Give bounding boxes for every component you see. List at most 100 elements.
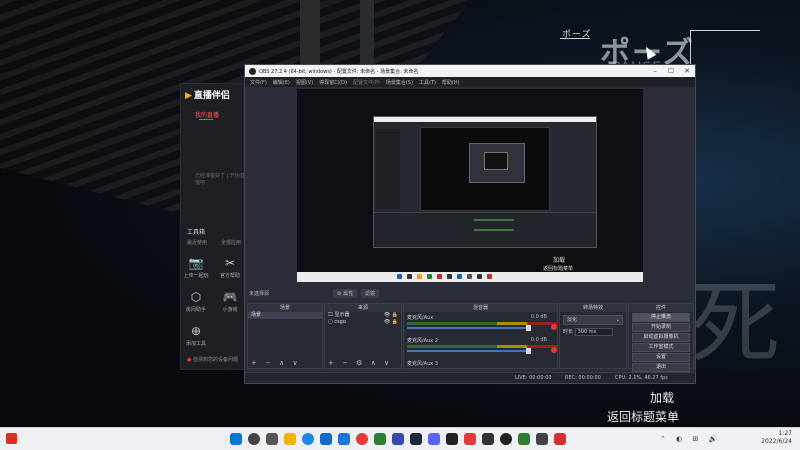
transitions-header: 转场特效	[560, 304, 626, 312]
volume-slider[interactable]	[407, 348, 531, 354]
channel-name: 麦克风/Aux 3	[407, 361, 439, 367]
nested-taskbar-icon	[457, 274, 462, 279]
logo-icon: ▶	[185, 91, 192, 101]
tool-add[interactable]: ⊕ 添加工具	[181, 324, 211, 347]
transition-select[interactable]: 淡化 ⌄	[563, 315, 623, 325]
preview-menu-return: 返回标题菜单	[542, 266, 573, 272]
tool-help[interactable]: ✂ 官方帮助	[215, 256, 245, 279]
settings-button[interactable]: 设置	[632, 353, 690, 362]
source-item-csgo[interactable]: ▢ csgo 👁 🔒	[325, 319, 401, 326]
mixer-channel: 麦克风/Aux 2 0.0 dB	[407, 337, 557, 354]
nested-taskbar-icon	[427, 274, 432, 279]
menu-profile[interactable]: 配置文件(P)	[353, 79, 380, 86]
nested-taskbar-icon	[437, 274, 442, 279]
source-item-display[interactable]: 🖵 显示器 👁 🔒	[325, 312, 401, 319]
volume-knob[interactable]	[526, 348, 531, 354]
channel-db: 0.0 dB	[530, 314, 547, 320]
transitions-dock: 转场特效 淡化 ⌄ 时长 300 ms	[559, 303, 627, 369]
clock[interactable]: 1:27 2022/6/24	[761, 430, 792, 446]
app-icon[interactable]	[464, 433, 476, 445]
studio-mode-button[interactable]: 工作室模式	[632, 343, 690, 352]
tab-my-live[interactable]: 我的直播	[195, 110, 219, 119]
scenes-dock: 场景 场景 + − ∧ ∨	[247, 303, 323, 369]
app-icon[interactable]	[392, 433, 404, 445]
start-recording-button[interactable]: 开始录制	[632, 323, 690, 332]
scenes-toolbar[interactable]: + − ∧ ∨	[251, 359, 301, 367]
menu-docks[interactable]: 停靠窗口(D)	[319, 79, 347, 86]
menu-scene-collection[interactable]: 场景集合(S)	[386, 79, 413, 86]
nested-preview-deeper	[484, 152, 508, 170]
rec-status: REC: 00:00:00	[565, 375, 601, 381]
live-helper-taskbar-icon[interactable]	[554, 433, 566, 445]
volume-meter	[407, 322, 557, 325]
mixer-channel: 麦克风/Aux 0.0 dB	[407, 314, 557, 331]
sources-header: 来源	[325, 304, 401, 312]
app-icon[interactable]	[446, 433, 458, 445]
obs-preview[interactable]: 加载 返回标题菜单	[297, 89, 643, 282]
close-icon[interactable]: ✕	[679, 67, 695, 75]
nested-taskbar-icon	[417, 274, 422, 279]
edge-icon[interactable]	[302, 433, 314, 445]
menu-return-title[interactable]: 返回标题菜单	[607, 408, 679, 425]
app-icon[interactable]	[518, 433, 530, 445]
menu-load[interactable]: 加载	[650, 389, 674, 406]
obs-window: OBS 27.2.4 (64-bit, windows) - 配置文件: 未命名…	[244, 64, 696, 384]
maximize-icon[interactable]: ☐	[663, 67, 679, 75]
search-icon[interactable]	[248, 433, 260, 445]
scissors-icon: ✂	[224, 256, 236, 270]
menu-edit[interactable]: 编辑(E)	[273, 79, 290, 86]
controls-header: 控件	[629, 304, 693, 312]
properties-button[interactable]: ⚙ 属性	[333, 289, 358, 298]
minimize-icon[interactable]: –	[647, 67, 663, 75]
obs-taskbar-icon[interactable]	[500, 433, 512, 445]
duration-input[interactable]: 300 ms	[574, 328, 613, 336]
visibility-icon[interactable]: 👁 🔒	[384, 319, 398, 326]
exit-button[interactable]: 退出	[632, 363, 690, 372]
audio-mixer-dock: 混音器 麦克风/Aux 0.0 dB 麦克风/Aux 2 0.0 dB 麦克风/…	[403, 303, 558, 369]
menu-help[interactable]: 帮助(H)	[442, 79, 460, 86]
menu-file[interactable]: 文件(F)	[250, 79, 267, 86]
filters-button[interactable]: 滤镜	[361, 289, 380, 298]
widgets-icon[interactable]	[6, 433, 17, 444]
mute-icon[interactable]	[551, 324, 557, 330]
nested-taskbar-icon	[477, 274, 482, 279]
sources-toolbar[interactable]: + − ⚙ ∧ ∨	[328, 359, 392, 367]
scenes-header: 场景	[248, 304, 322, 312]
scene-item[interactable]: 场景	[248, 312, 322, 319]
menu-view[interactable]: 视图(V)	[296, 79, 313, 86]
tool-room-assistant[interactable]: ⬡ 房间助手	[181, 290, 211, 313]
chrome-icon[interactable]	[356, 433, 368, 445]
live-helper-panel: ▶ 直播伴侣 我的直播 已经准备好了 | 开始直播吧 工具箱 最近使用 全部应用 …	[180, 83, 248, 370]
all-apps-tab[interactable]: 全部应用	[221, 239, 241, 246]
menu-tools[interactable]: 工具(T)	[419, 79, 436, 86]
file-explorer-icon[interactable]	[284, 433, 296, 445]
mute-icon[interactable]	[551, 347, 557, 353]
obs-title: OBS 27.2.4 (64-bit, windows) - 配置文件: 未命名…	[259, 68, 419, 75]
camera-icon: 📷	[188, 256, 204, 270]
visibility-icon[interactable]: 👁 🔒	[384, 312, 398, 319]
volume-meter	[407, 345, 557, 348]
preview-menu-load: 加载	[552, 257, 565, 264]
volume-slider[interactable]	[407, 325, 531, 331]
obs-titlebar[interactable]: OBS 27.2.4 (64-bit, windows) - 配置文件: 未命名…	[245, 65, 695, 77]
nested-preview	[420, 127, 550, 211]
app-icon[interactable]	[374, 433, 386, 445]
chevron-down-icon: ⌄	[615, 317, 620, 323]
discord-icon[interactable]	[428, 433, 440, 445]
recent-used-tab[interactable]: 最近使用	[187, 239, 207, 246]
tool-upload[interactable]: 📷 上传一起玩	[181, 256, 211, 279]
tool-mini-game[interactable]: 🎮 小游戏	[215, 290, 245, 313]
stop-streaming-button[interactable]: 停止推流	[632, 313, 690, 322]
task-view-icon[interactable]	[266, 433, 278, 445]
volume-knob[interactable]	[526, 325, 531, 331]
store-icon[interactable]	[320, 433, 332, 445]
steam-icon[interactable]	[410, 433, 422, 445]
mail-icon[interactable]	[338, 433, 350, 445]
tab-underline	[199, 119, 213, 120]
start-icon[interactable]	[230, 433, 242, 445]
app-icon[interactable]	[482, 433, 494, 445]
duration-row: 时长 300 ms	[563, 328, 623, 336]
system-tray-icons[interactable]: ⌃ ◐ ⊞ 🔊	[660, 435, 721, 443]
virtual-camera-button[interactable]: 启动虚拟摄像机	[632, 333, 690, 342]
app-icon[interactable]	[536, 433, 548, 445]
